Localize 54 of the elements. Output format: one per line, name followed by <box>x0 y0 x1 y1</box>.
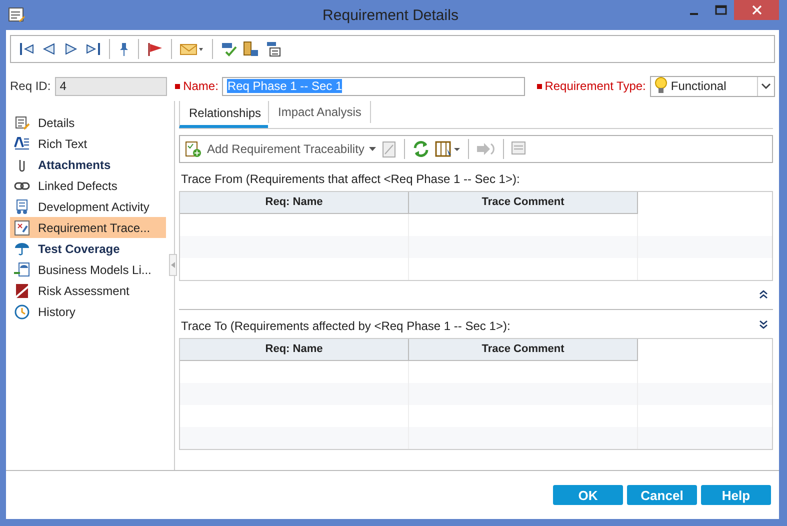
collapse-handle[interactable] <box>169 254 177 276</box>
tab[interactable]: Relationships <box>179 101 268 128</box>
previous-record-icon[interactable] <box>41 42 57 56</box>
document-icon <box>14 198 30 214</box>
first-record-icon[interactable] <box>19 42 35 56</box>
refresh-icon[interactable] <box>412 140 430 158</box>
umbrella-icon <box>14 240 30 256</box>
spell-check-icon[interactable] <box>221 41 237 57</box>
column-header[interactable]: Req: Name <box>180 339 409 361</box>
sidebar-item[interactable]: Details <box>10 112 166 133</box>
clipboard-icon[interactable] <box>381 140 398 158</box>
text-format-icon <box>14 136 30 152</box>
double-chevron-up-icon[interactable] <box>759 290 768 299</box>
details-icon <box>14 114 30 130</box>
next-record-icon[interactable] <box>63 42 79 56</box>
sidebar-item[interactable]: Requirement Trace... <box>10 217 166 238</box>
close-button[interactable] <box>734 0 779 20</box>
sidebar-item[interactable]: Risk Assessment <box>10 280 166 301</box>
clock-icon <box>14 304 30 320</box>
tab[interactable]: Impact Analysis <box>268 101 372 123</box>
sidebar-item[interactable]: Rich Text <box>10 133 166 154</box>
section-title: Trace To (Requirements affected by <Req Phase 1 -- Sec 1>): <box>181 319 510 333</box>
sidebar-item[interactable]: Test Coverage <box>10 238 166 259</box>
sidebar-item[interactable]: Linked Defects <box>10 175 166 196</box>
close-icon <box>752 5 762 15</box>
sidebar-item[interactable]: Business Models Li... <box>10 259 166 280</box>
double-chevron-down-icon[interactable] <box>759 320 768 328</box>
form-icon <box>8 7 26 23</box>
field-label: Requirement Type: <box>544 79 646 93</box>
field-label: Name: <box>183 79 218 93</box>
sidebar-item[interactable]: History <box>10 301 166 322</box>
sidebar-item[interactable]: Development Activity <box>10 196 166 217</box>
clipboard-add-icon <box>184 140 202 158</box>
window-title: Requirement Details <box>322 6 460 24</box>
sidebar-item[interactable]: Attachments <box>10 154 166 175</box>
requirement-type-dropdown[interactable]: Functional <box>650 76 775 96</box>
envelope-icon[interactable] <box>180 43 204 55</box>
req-id-field[interactable]: 4 <box>54 76 168 96</box>
column-header[interactable]: Trace Comment <box>409 192 638 214</box>
column-header[interactable]: Req: Name <box>180 192 409 214</box>
lightbulb-icon <box>654 77 668 95</box>
field-label: Req ID: <box>10 79 51 93</box>
columns-icon[interactable] <box>435 140 462 158</box>
maximize-icon <box>714 5 726 15</box>
column-header[interactable]: Trace Comment <box>409 339 638 361</box>
add-traceability-button[interactable]: Add Requirement Traceability <box>184 140 376 158</box>
chevron-down-icon <box>761 83 771 89</box>
minimize-icon <box>690 13 698 15</box>
umbrella-document-icon <box>14 262 30 278</box>
flag-icon[interactable] <box>147 42 163 56</box>
section-title: Trace From (Requirements that affect <Req Phase 1 -- Sec 1>): <box>181 172 521 186</box>
last-record-icon[interactable] <box>85 42 101 56</box>
caret-icon <box>369 146 376 151</box>
pin-icon[interactable] <box>118 42 130 56</box>
